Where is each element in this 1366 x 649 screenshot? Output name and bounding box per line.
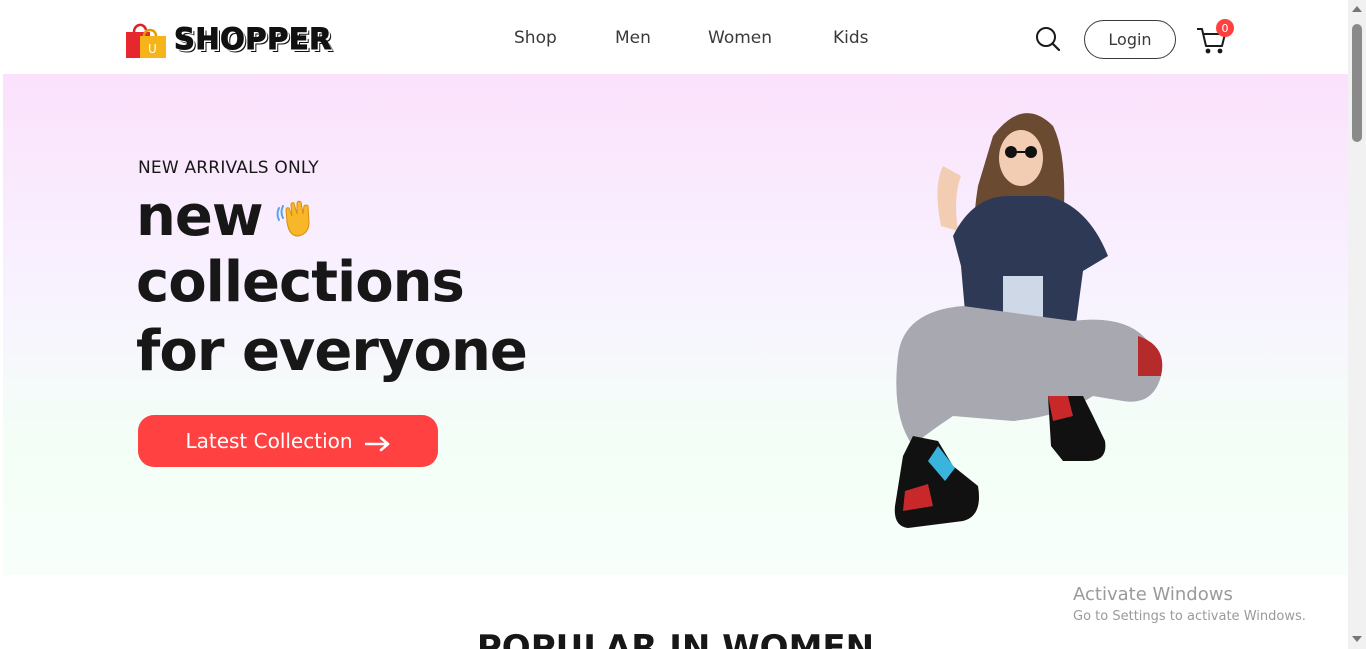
navbar: U SHOPPER Shop Men Women Kids Login 0 <box>3 4 1348 74</box>
vertical-scrollbar[interactable] <box>1348 0 1366 649</box>
scroll-up-arrow-icon[interactable] <box>1352 6 1362 12</box>
windows-activation-watermark: Activate Windows Go to Settings to activ… <box>1073 584 1306 624</box>
popular-section-title: POPULAR IN WOMEN <box>476 628 875 649</box>
hero-title-line2: collections <box>136 250 465 315</box>
nav-item-men[interactable]: Men <box>615 28 651 48</box>
login-button[interactable]: Login <box>1084 20 1176 59</box>
scroll-thumb[interactable] <box>1352 24 1362 142</box>
latest-collection-button[interactable]: Latest Collection <box>138 415 438 467</box>
nav-item-women[interactable]: Women <box>708 28 772 48</box>
nav-item-shop[interactable]: Shop <box>514 28 557 48</box>
scroll-down-arrow-icon[interactable] <box>1352 636 1362 642</box>
nav-item-kids[interactable]: Kids <box>833 28 869 48</box>
page: U SHOPPER Shop Men Women Kids Login 0 NE… <box>3 4 1348 649</box>
hero-section: NEW ARRIVALS ONLY new collections for ev… <box>3 74 1348 575</box>
waving-hand-icon <box>273 196 317 240</box>
cart-count-badge: 0 <box>1216 19 1234 37</box>
search-icon[interactable] <box>1035 26 1061 52</box>
hero-title-line3: for everyone <box>136 319 528 384</box>
hero-subtitle: NEW ARRIVALS ONLY <box>138 158 319 178</box>
hero-title-line1: new <box>136 184 264 249</box>
latest-collection-label: Latest Collection <box>185 429 353 453</box>
windows-activation-title: Activate Windows <box>1073 584 1233 605</box>
hero-model-image <box>894 113 1163 528</box>
windows-activation-subtitle: Go to Settings to activate Windows. <box>1073 609 1306 624</box>
arrow-right-icon <box>364 433 391 452</box>
